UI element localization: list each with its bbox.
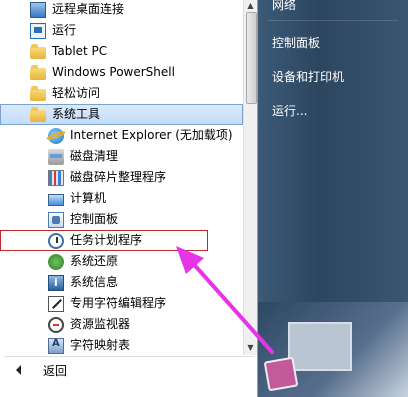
back-label: 返回	[43, 363, 68, 378]
program-label: 远程桌面连接	[52, 2, 125, 16]
internet-explorer-icon	[48, 127, 64, 144]
char-map-icon	[48, 337, 64, 354]
start-menu-left-panel: 远程桌面连接 运行 Tablet PC Windows PowerShell 轻…	[0, 0, 258, 397]
program-label: 字符映射表	[70, 338, 131, 352]
resource-monitor-icon	[48, 316, 64, 333]
folder-icon	[30, 85, 46, 101]
right-item-devices-printers[interactable]: 设备和打印机	[272, 68, 344, 85]
program-label: 轻松访问	[52, 86, 101, 100]
program-label: 任务计划程序	[70, 233, 143, 247]
program-control-panel[interactable]: 控制面板	[0, 209, 243, 230]
program-label: 计算机	[70, 191, 107, 205]
program-list: 远程桌面连接 运行 Tablet PC Windows PowerShell 轻…	[0, 0, 243, 355]
start-menu-right-panel: 网络 控制面板 设备和打印机 运行...	[258, 0, 408, 397]
folder-tablet-pc[interactable]: Tablet PC	[0, 41, 243, 62]
program-label: Windows PowerShell	[52, 65, 175, 79]
back-arrow-icon	[16, 365, 21, 375]
program-private-char-editor[interactable]: 专用字符编辑程序	[0, 293, 243, 314]
program-task-scheduler[interactable]: 任务计划程序	[0, 230, 208, 251]
program-remote-desktop[interactable]: 远程桌面连接	[0, 0, 243, 20]
char-editor-icon	[48, 295, 64, 312]
folder-windows-powershell[interactable]: Windows PowerShell	[0, 62, 243, 83]
program-list-scrollbar[interactable]: ▲ ▼	[243, 0, 257, 355]
scroll-down-arrow-icon[interactable]: ▼	[246, 343, 255, 352]
program-character-map[interactable]: 字符映射表	[0, 335, 243, 356]
scroll-up-arrow-icon[interactable]: ▲	[246, 1, 255, 10]
desktop-thumbnail	[258, 302, 408, 397]
defrag-icon	[48, 169, 64, 186]
folder-icon	[30, 64, 46, 80]
program-internet-explorer-no-addons[interactable]: Internet Explorer (无加载项)	[0, 125, 243, 146]
program-disk-cleanup[interactable]: 磁盘清理	[0, 146, 243, 167]
program-label: Internet Explorer (无加载项)	[70, 128, 233, 142]
remote-desktop-icon	[30, 1, 46, 18]
system-restore-icon	[48, 253, 64, 270]
program-resource-monitor[interactable]: 资源监视器	[0, 314, 243, 335]
system-info-icon	[48, 274, 64, 291]
program-label: 系统信息	[70, 275, 119, 289]
program-label: 系统工具	[52, 107, 101, 121]
program-label: 专用字符编辑程序	[70, 296, 167, 310]
back-button[interactable]: 返回	[0, 358, 257, 382]
program-computer[interactable]: 计算机	[0, 188, 243, 209]
program-disk-defragmenter[interactable]: 磁盘碎片整理程序	[0, 167, 243, 188]
right-divider	[268, 20, 398, 21]
program-label: 运行	[52, 23, 77, 37]
clock-icon	[48, 232, 64, 249]
program-system-information[interactable]: 系统信息	[0, 272, 243, 293]
divider	[4, 356, 254, 357]
program-run[interactable]: 运行	[0, 20, 243, 41]
folder-icon	[30, 106, 46, 122]
computer-icon	[48, 193, 64, 206]
disk-cleanup-icon	[48, 148, 64, 165]
program-label: 资源监视器	[70, 317, 131, 331]
program-label: 磁盘碎片整理程序	[70, 170, 167, 184]
program-label: 控制面板	[70, 212, 119, 226]
folder-icon	[30, 43, 46, 59]
right-item-run[interactable]: 运行...	[272, 102, 307, 119]
run-icon	[30, 22, 46, 39]
right-item-network[interactable]: 网络	[272, 0, 296, 13]
folder-accessibility[interactable]: 轻松访问	[0, 83, 243, 104]
control-panel-icon	[48, 211, 64, 228]
scroll-thumb[interactable]	[246, 12, 257, 104]
program-system-restore[interactable]: 系统还原	[0, 251, 243, 272]
folder-system-tools[interactable]: 系统工具	[0, 104, 243, 125]
program-label: Tablet PC	[52, 44, 108, 58]
right-item-control-panel[interactable]: 控制面板	[272, 34, 320, 51]
program-label: 磁盘清理	[70, 149, 119, 163]
program-label: 系统还原	[70, 254, 119, 268]
